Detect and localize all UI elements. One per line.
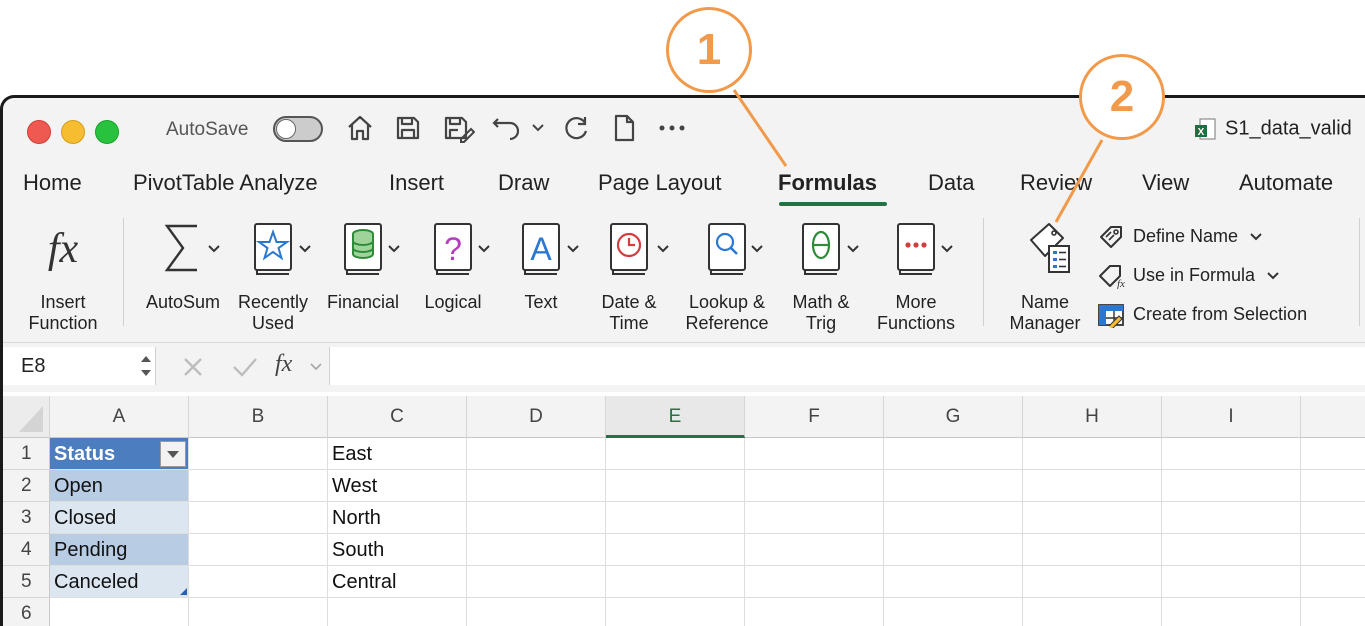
callout-2: 2 [1079, 54, 1165, 140]
callout-1: 1 [666, 7, 752, 93]
